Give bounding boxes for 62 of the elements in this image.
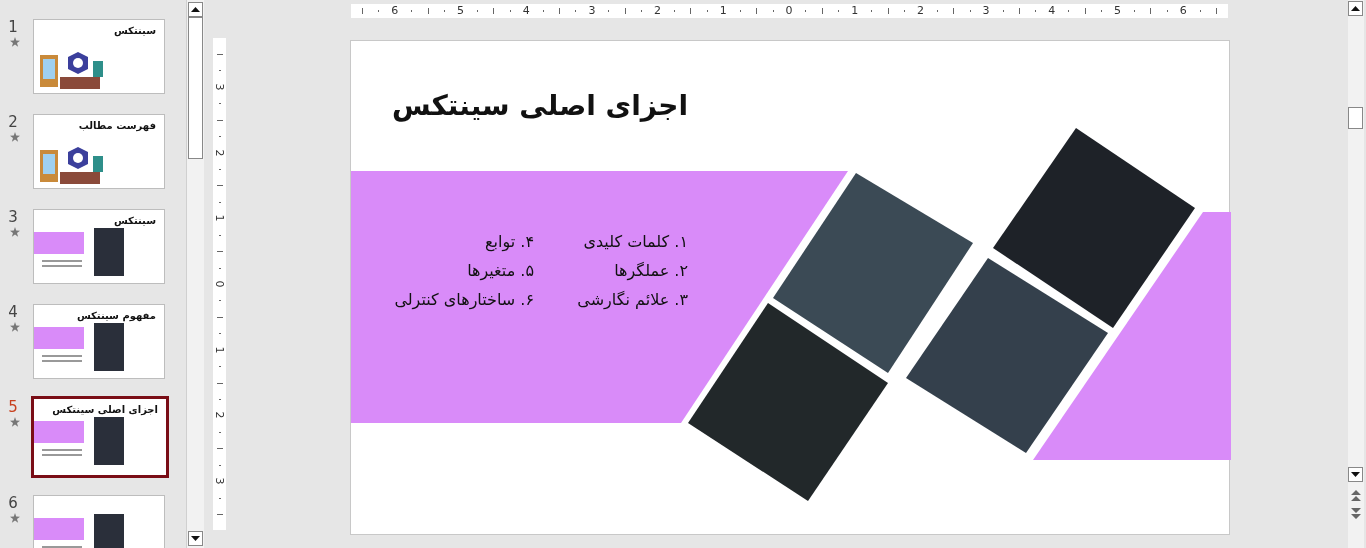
- ruler-label: 1: [213, 345, 226, 356]
- list-item: ۳. علائم نگارشی: [577, 289, 688, 310]
- slide-thumbnail[interactable]: [33, 495, 165, 548]
- ruler-label: 2: [213, 148, 226, 159]
- slide-thumbnail[interactable]: سینتکس: [33, 19, 165, 94]
- ruler-label: 2: [654, 4, 662, 18]
- list-item: ۶. ساختارهای کنترلی: [394, 289, 534, 310]
- ruler-label: 1: [851, 4, 859, 18]
- thumbnail-title: فهرست مطالب: [78, 120, 156, 131]
- ruler-label: 4: [522, 4, 530, 18]
- ruler-label: 3: [588, 4, 596, 18]
- up-arrow-icon: [191, 7, 200, 12]
- star-icon: [10, 513, 20, 523]
- slide-title: اجزای اصلی سینتکس: [391, 89, 688, 122]
- ruler-label: 1: [719, 4, 727, 18]
- slide-number: 3: [8, 209, 18, 225]
- thumbnail-title: اجزای اصلی سینتکس: [52, 404, 158, 415]
- ruler-label: 3: [213, 82, 226, 93]
- previous-slide-icon[interactable]: [1350, 489, 1362, 502]
- ruler-label: 6: [391, 4, 399, 18]
- up-arrow-icon: [1351, 6, 1360, 11]
- scrollbar-thumb[interactable]: [1348, 107, 1363, 129]
- thumbnail-title: سینتکس: [113, 25, 156, 36]
- thumbnail-title: مفهوم سینتکس: [76, 310, 156, 321]
- star-icon: [10, 227, 20, 237]
- list-item: ۱. کلمات کلیدی: [582, 231, 688, 252]
- slide-thumbnail[interactable]: سینتکس: [33, 209, 165, 284]
- slide-number: 4: [8, 304, 18, 320]
- ruler-label: 6: [1179, 4, 1187, 18]
- slide-thumbnail[interactable]: فهرست مطالب: [33, 114, 165, 189]
- star-icon: [10, 132, 20, 142]
- slide-number: 2: [8, 114, 18, 130]
- thumbnail-title: سینتکس: [113, 215, 156, 226]
- ruler-label: 0: [785, 4, 793, 18]
- star-icon: [10, 37, 20, 47]
- scroll-up-button[interactable]: [1348, 1, 1363, 16]
- next-slide-icon[interactable]: [1350, 507, 1362, 520]
- slide-thumbnail[interactable]: اجزای اصلی سینتکس: [31, 396, 169, 478]
- slide-thumbnail[interactable]: مفهوم سینتکس: [33, 304, 165, 379]
- scroll-down-button[interactable]: [188, 531, 203, 546]
- ruler-label: 1: [213, 213, 226, 224]
- list-item: ۲. عملگرها: [613, 260, 688, 281]
- slide-number: 6: [8, 495, 18, 511]
- list-item: ۵. متغیرها: [466, 260, 534, 281]
- scroll-down-button[interactable]: [1348, 467, 1363, 482]
- down-arrow-icon: [1351, 472, 1360, 477]
- ruler-label: 4: [1048, 4, 1056, 18]
- down-arrow-icon: [191, 536, 200, 541]
- scroll-up-button[interactable]: [188, 2, 203, 17]
- slide-number: 1: [8, 19, 18, 35]
- scrollbar-thumb[interactable]: [188, 17, 203, 159]
- list-item: ۴. توابع: [484, 231, 534, 252]
- ruler-label: 3: [982, 4, 990, 18]
- ruler-label: 5: [457, 4, 464, 18]
- ruler-label: 5: [1114, 4, 1121, 18]
- ruler-label: 2: [213, 410, 226, 421]
- ruler-label: 2: [916, 4, 924, 18]
- star-icon: [10, 322, 20, 332]
- slide-number: 5: [8, 399, 18, 415]
- ruler-label: 0: [213, 279, 226, 290]
- star-icon: [10, 417, 20, 427]
- ruler-label: 3: [213, 476, 226, 487]
